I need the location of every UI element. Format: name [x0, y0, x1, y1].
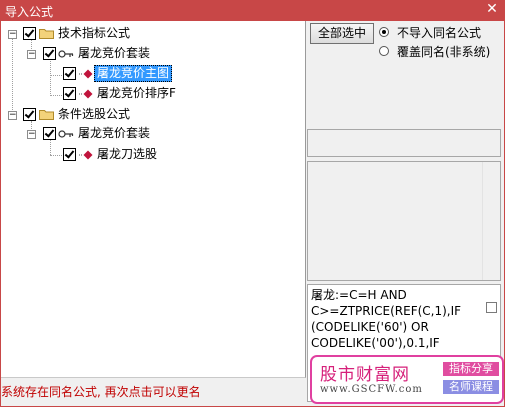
- tree-node-item-sort[interactable]: 屠龙竞价排序F: [1, 86, 301, 102]
- formula-name-box: [307, 129, 501, 157]
- key-icon: [58, 50, 74, 58]
- tree-label-item: 屠龙竞价排序F: [97, 86, 176, 100]
- dialog-body: − 技术指标公式 − 屠龙竞价套装 屠龙竞价主图 屠龙竞价排序F − 条件选股公…: [1, 21, 504, 406]
- title-bar[interactable]: 导入公式 ✕: [0, 0, 505, 20]
- site-watermark: 股市财富网 www.GSCFW.com 指标分享 名师课程: [310, 355, 504, 404]
- tree-node-item-main[interactable]: 屠龙竞价主图: [1, 65, 301, 82]
- import-formula-dialog: 导入公式 ✕ − 技术指标公式 − 屠龙竞价套装 屠龙竞价主图 屠龙竞价排序F …: [0, 0, 505, 407]
- select-all-button[interactable]: 全部选中: [310, 23, 374, 44]
- collapse-icon[interactable]: −: [8, 111, 17, 120]
- checkbox-item-main[interactable]: [63, 67, 76, 80]
- watermark-tag-course: 名师课程: [443, 380, 499, 394]
- description-scrollbar[interactable]: [482, 162, 500, 280]
- tree-node-item-blade[interactable]: 屠龙刀选股: [1, 147, 301, 163]
- formula-diamond-icon: [79, 89, 93, 99]
- checkbox-group-indicators[interactable]: [23, 27, 36, 40]
- collapse-icon[interactable]: −: [27, 50, 36, 59]
- folder-icon: [39, 29, 54, 39]
- radio-overwrite-label: 覆盖同名(非系统): [397, 45, 491, 59]
- formula-description-box[interactable]: [307, 161, 501, 281]
- formula-preview-text: 屠龙:=C=H AND C>=ZTPRICE(REF(C,1),IF (CODE…: [311, 288, 465, 350]
- window-title: 导入公式: [5, 5, 54, 19]
- tree-node-suite-screener[interactable]: − 屠龙竞价套装: [1, 126, 301, 142]
- checkbox-item-sort[interactable]: [63, 87, 76, 100]
- status-message: 系统存在同名公式, 再次点击可以更名: [1, 385, 201, 399]
- checkbox-suite-indicators[interactable]: [43, 47, 56, 60]
- tree-node-suite-indicators[interactable]: − 屠龙竞价套装: [1, 46, 301, 62]
- tree-label-suite: 屠龙竞价套装: [78, 46, 151, 60]
- watermark-name: 股市财富网: [320, 365, 410, 385]
- tree-label-group: 条件选股公式: [58, 107, 131, 121]
- checkbox-item-blade[interactable]: [63, 148, 76, 161]
- tree-label-item: 屠龙刀选股: [97, 147, 158, 161]
- folder-icon: [39, 110, 54, 120]
- collapse-icon[interactable]: −: [27, 130, 36, 139]
- tree-node-group-indicators[interactable]: − 技术指标公式: [1, 26, 301, 42]
- watermark-tag-share: 指标分享: [443, 362, 499, 376]
- preview-checkbox[interactable]: [486, 302, 497, 313]
- radio-overwrite-indicator[interactable]: [379, 46, 389, 56]
- tree-label-group: 技术指标公式: [58, 26, 131, 40]
- formula-diamond-icon: [79, 150, 93, 160]
- collapse-icon[interactable]: −: [8, 30, 17, 39]
- key-icon: [58, 130, 74, 138]
- tree-node-group-screener[interactable]: − 条件选股公式: [1, 107, 301, 123]
- tree-label-item-selected: 屠龙竞价主图: [94, 65, 173, 82]
- radio-skip-label: 不导入同名公式: [397, 26, 482, 40]
- radio-skip-indicator[interactable]: [379, 27, 389, 37]
- checkbox-suite-screener[interactable]: [43, 127, 56, 140]
- watermark-url: www.GSCFW.com: [320, 384, 423, 395]
- close-icon[interactable]: ✕: [485, 1, 499, 17]
- formula-tree[interactable]: − 技术指标公式 − 屠龙竞价套装 屠龙竞价主图 屠龙竞价排序F − 条件选股公…: [1, 21, 306, 378]
- checkbox-group-screener[interactable]: [23, 108, 36, 121]
- formula-diamond-icon: [79, 69, 93, 79]
- tree-label-suite: 屠龙竞价套装: [78, 126, 151, 140]
